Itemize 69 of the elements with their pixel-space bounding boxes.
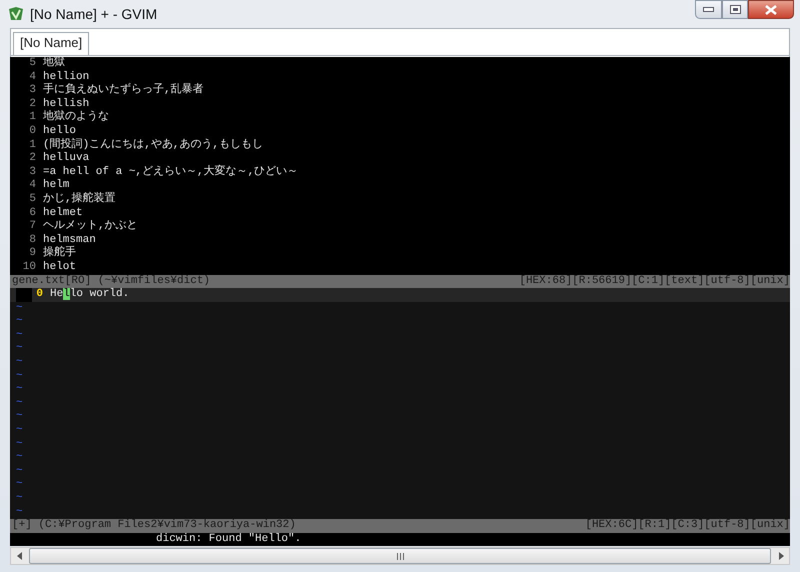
empty-line-marker: ~ <box>15 396 23 410</box>
message-text: dicwin: Found "Hello". <box>156 532 302 545</box>
empty-line-marker: ~ <box>15 464 23 478</box>
line-text: かじ,操舵装置 <box>43 192 116 207</box>
line-number: 9 <box>28 247 37 261</box>
line-text: 手に負えぬいたずらっ子,乱暴者 <box>43 84 204 98</box>
sign-column <box>16 288 32 302</box>
line-text: hello <box>43 124 76 138</box>
status-file: gene.txt[RO] (~¥vimfiles¥dict) <box>12 274 210 288</box>
empty-line-marker: ~ <box>15 302 23 316</box>
empty-line-marker: ~ <box>15 424 23 438</box>
minimize-icon <box>703 7 714 12</box>
line-text: Hello world. <box>50 288 130 302</box>
line-text: 地獄のような <box>43 111 109 125</box>
close-button[interactable] <box>748 0 794 19</box>
empty-line-marker: ~ <box>15 410 23 424</box>
line-number: 1 <box>28 111 37 125</box>
maximize-button[interactable] <box>722 0 748 19</box>
window-title: [No Name] + - GVIM <box>30 6 158 22</box>
status-info: [HEX:6C][R:1][C:3][utf-8][unix] <box>585 519 790 533</box>
empty-line-marker: ~ <box>15 315 23 329</box>
line-number: 7 <box>28 220 37 234</box>
empty-line-marker: ~ <box>15 328 23 342</box>
line-text: 操舵手 <box>43 247 76 261</box>
app-icon <box>8 6 24 22</box>
line-number: 5 <box>28 192 37 207</box>
line-number: 10 <box>22 260 37 274</box>
empty-line-marker: ~ <box>15 478 23 492</box>
line-number: 0 <box>35 288 44 302</box>
empty-line-marker: ~ <box>15 342 23 356</box>
line-number: 1 <box>28 138 37 152</box>
close-icon <box>765 4 777 14</box>
empty-line-marker: ~ <box>15 370 23 384</box>
line-text: helot <box>43 260 76 274</box>
line-text: hellish <box>43 98 90 110</box>
empty-line-marker: ~ <box>15 492 23 506</box>
line-number: 3 <box>28 84 37 98</box>
tab[interactable]: [No Name] <box>13 32 90 55</box>
right-arrow-icon <box>778 552 784 560</box>
line-text: helmsman <box>43 234 96 246</box>
line-number: 4 <box>28 70 37 84</box>
line-number: 8 <box>28 234 37 248</box>
grip-icon <box>396 552 404 560</box>
empty-line-marker: ~ <box>15 383 23 397</box>
scrollbar-thumb[interactable] <box>29 548 771 564</box>
left-arrow-icon <box>16 552 22 560</box>
empty-line-marker: ~ <box>15 506 23 519</box>
minimize-button[interactable] <box>695 0 722 19</box>
line-number: 3 <box>28 166 37 180</box>
line-text: helm <box>43 179 70 193</box>
status-info: [HEX:68][R:56619][C:1][text][utf-8][unix] <box>519 274 790 288</box>
status-file: [+] (C:¥Program Files2¥vim73-kaoriya-win32) <box>12 519 296 533</box>
line-text: helluva <box>43 152 90 166</box>
line-number: 2 <box>28 152 37 166</box>
maximize-icon <box>730 5 740 14</box>
line-text: (間投詞)こんにちは,やあ,あのう,もしもし <box>43 138 264 152</box>
line-text: ヘルメット,かぶと <box>43 220 138 234</box>
line-number: 2 <box>28 98 37 112</box>
line-number: 6 <box>28 206 37 220</box>
line-number: 0 <box>28 124 37 139</box>
line-text: =a hell of a ~,どえらい～,大変な～,ひどい～ <box>43 166 298 179</box>
line-text: helmet <box>43 206 83 220</box>
empty-line-marker: ~ <box>15 451 23 465</box>
empty-line-marker: ~ <box>15 356 23 370</box>
line-number: 4 <box>28 179 37 193</box>
line-text: hellion <box>43 70 90 83</box>
line-text: 地獄 <box>43 57 65 71</box>
line-number: 5 <box>28 57 37 71</box>
empty-line-marker: ~ <box>15 438 23 452</box>
